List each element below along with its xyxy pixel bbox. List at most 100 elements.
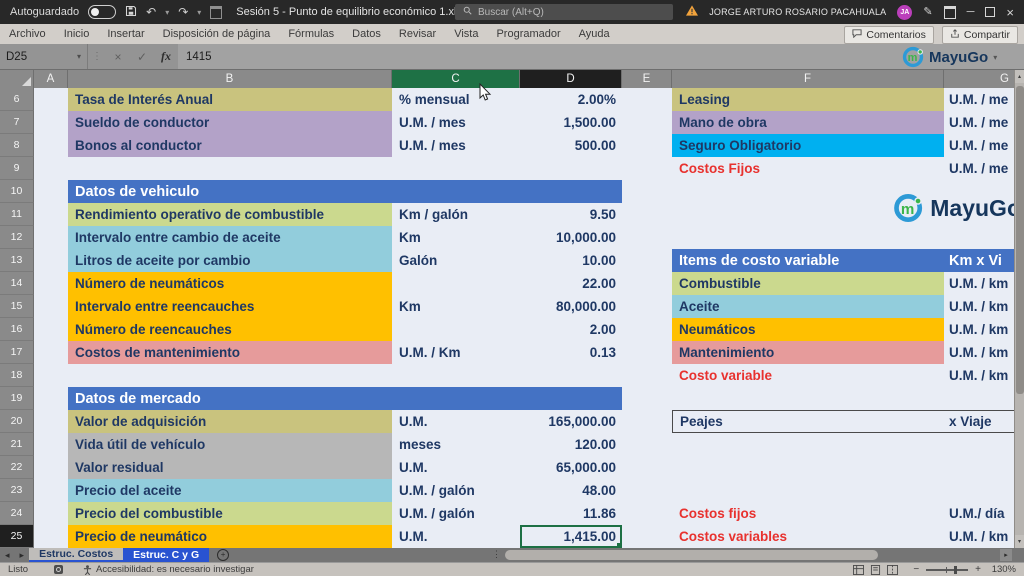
zoom-out-icon[interactable]: −: [913, 564, 919, 575]
cell-E21[interactable]: [622, 433, 672, 456]
row-header-20[interactable]: 20: [0, 410, 34, 433]
cell-G17[interactable]: U.M. / km: [944, 341, 1024, 364]
cell-F19[interactable]: [672, 387, 944, 410]
cell-F16[interactable]: Neumáticos: [672, 318, 944, 341]
cell-C20[interactable]: U.M.: [392, 410, 520, 433]
cell-E8[interactable]: [622, 134, 672, 157]
ribbon-tab-revisar[interactable]: Revisar: [390, 24, 445, 44]
cell-A25[interactable]: [34, 525, 68, 548]
sheet-tab-estruc-costos[interactable]: Estruc. Costos: [29, 548, 123, 562]
cell-E19[interactable]: [622, 387, 672, 410]
cell-C14[interactable]: [392, 272, 520, 295]
cell-G21[interactable]: [944, 433, 1024, 456]
cell-C9[interactable]: [392, 157, 520, 180]
cell-F24[interactable]: Costos fijos: [672, 502, 944, 525]
formula-bar-handle-icon[interactable]: ⋮: [88, 51, 106, 62]
cell-F17[interactable]: Mantenimiento: [672, 341, 944, 364]
cell-C21[interactable]: meses: [392, 433, 520, 456]
new-sheet-button[interactable]: +: [209, 548, 237, 562]
cell-C16[interactable]: [392, 318, 520, 341]
cell-D22[interactable]: 65,000.00: [520, 456, 622, 479]
cell-B14[interactable]: Número de neumáticos: [68, 272, 392, 295]
cell-A24[interactable]: [34, 502, 68, 525]
scroll-down-icon[interactable]: ▾: [1015, 535, 1024, 548]
cell-A10[interactable]: [34, 180, 68, 203]
vertical-scroll-thumb[interactable]: [1016, 86, 1024, 394]
cell-D17[interactable]: 0.13: [520, 341, 622, 364]
ribbon-tab-programador[interactable]: Programador: [487, 24, 569, 44]
cell-B12[interactable]: Intervalo entre cambio de aceite: [68, 226, 392, 249]
row-header-19[interactable]: 19: [0, 387, 34, 410]
cell-E12[interactable]: [622, 226, 672, 249]
cell-D9[interactable]: [520, 157, 622, 180]
cell-F22[interactable]: [672, 456, 944, 479]
cell-E9[interactable]: [622, 157, 672, 180]
column-header-a[interactable]: A: [34, 70, 68, 88]
pencil-icon[interactable]: ✎: [923, 7, 932, 18]
row-header-21[interactable]: 21: [0, 433, 34, 456]
cell-E22[interactable]: [622, 456, 672, 479]
cell-A17[interactable]: [34, 341, 68, 364]
cell-C8[interactable]: U.M. / mes: [392, 134, 520, 157]
column-header-b[interactable]: B: [68, 70, 392, 88]
cell-A22[interactable]: [34, 456, 68, 479]
cell-A19[interactable]: [34, 387, 68, 410]
cell-E13[interactable]: [622, 249, 672, 272]
cell-E24[interactable]: [622, 502, 672, 525]
row-header-22[interactable]: 22: [0, 456, 34, 479]
row-header-17[interactable]: 17: [0, 341, 34, 364]
touch-mode-icon[interactable]: [210, 6, 222, 19]
cell-F20[interactable]: Peajes: [672, 410, 944, 433]
ribbon-tab-datos[interactable]: Datos: [343, 24, 390, 44]
row-header-8[interactable]: 8: [0, 134, 34, 157]
cell-E7[interactable]: [622, 111, 672, 134]
column-header-d[interactable]: D: [520, 70, 622, 88]
cell-C15[interactable]: Km: [392, 295, 520, 318]
user-name[interactable]: JORGE ARTURO ROSARIO PACAHUALA: [709, 7, 886, 17]
page-break-view-icon[interactable]: [887, 565, 898, 575]
ribbon-tab-vista[interactable]: Vista: [445, 24, 487, 44]
cell-D14[interactable]: 22.00: [520, 272, 622, 295]
avatar[interactable]: JA: [897, 5, 912, 20]
cell-F15[interactable]: Aceite: [672, 295, 944, 318]
cell-E18[interactable]: [622, 364, 672, 387]
cell-G14[interactable]: U.M. / km: [944, 272, 1024, 295]
ribbon-tab-disposicion[interactable]: Disposición de página: [154, 24, 280, 44]
cell-G20[interactable]: x Viaje: [944, 410, 1024, 433]
prev-sheet-icon[interactable]: ◂: [0, 548, 15, 562]
cell-G18[interactable]: U.M. / km: [944, 364, 1024, 387]
cell-A21[interactable]: [34, 433, 68, 456]
row-header-18[interactable]: 18: [0, 364, 34, 387]
cell-G24[interactable]: U.M./ día: [944, 502, 1024, 525]
horizontal-scroll-thumb[interactable]: [505, 550, 878, 560]
zoom-slider-thumb[interactable]: [954, 566, 957, 574]
cell-A15[interactable]: [34, 295, 68, 318]
next-sheet-icon[interactable]: ▸: [15, 548, 30, 562]
cell-F7[interactable]: Mano de obra: [672, 111, 944, 134]
cell-A23[interactable]: [34, 479, 68, 502]
cell-C25[interactable]: U.M.: [392, 525, 520, 548]
undo-icon[interactable]: ↶: [146, 6, 156, 18]
cell-G13[interactable]: Km x Vi: [944, 249, 1024, 272]
cell-A8[interactable]: [34, 134, 68, 157]
row-header-23[interactable]: 23: [0, 479, 34, 502]
redo-caret-icon[interactable]: ▾: [197, 8, 201, 17]
search-input[interactable]: Buscar (Alt+Q): [455, 4, 673, 20]
cell-C24[interactable]: U.M. / galón: [392, 502, 520, 525]
row-header-15[interactable]: 15: [0, 295, 34, 318]
cell-C13[interactable]: Galón: [392, 249, 520, 272]
row-header-11[interactable]: 11: [0, 203, 34, 226]
cell-B15[interactable]: Intervalo entre reencauches: [68, 295, 392, 318]
cell-D21[interactable]: 120.00: [520, 433, 622, 456]
cell-F6[interactable]: Leasing: [672, 88, 944, 111]
cell-B25[interactable]: Precio de neumático: [68, 525, 392, 548]
cell-A6[interactable]: [34, 88, 68, 111]
undo-caret-icon[interactable]: ▾: [165, 8, 169, 17]
warning-icon[interactable]: [686, 5, 698, 19]
cell-F23[interactable]: [672, 479, 944, 502]
cell-A11[interactable]: [34, 203, 68, 226]
name-box-caret-icon[interactable]: ▾: [77, 52, 81, 61]
cell-E17[interactable]: [622, 341, 672, 364]
cancel-entry-icon[interactable]: ×: [106, 50, 130, 64]
cell-B17[interactable]: Costos de mantenimiento: [68, 341, 392, 364]
